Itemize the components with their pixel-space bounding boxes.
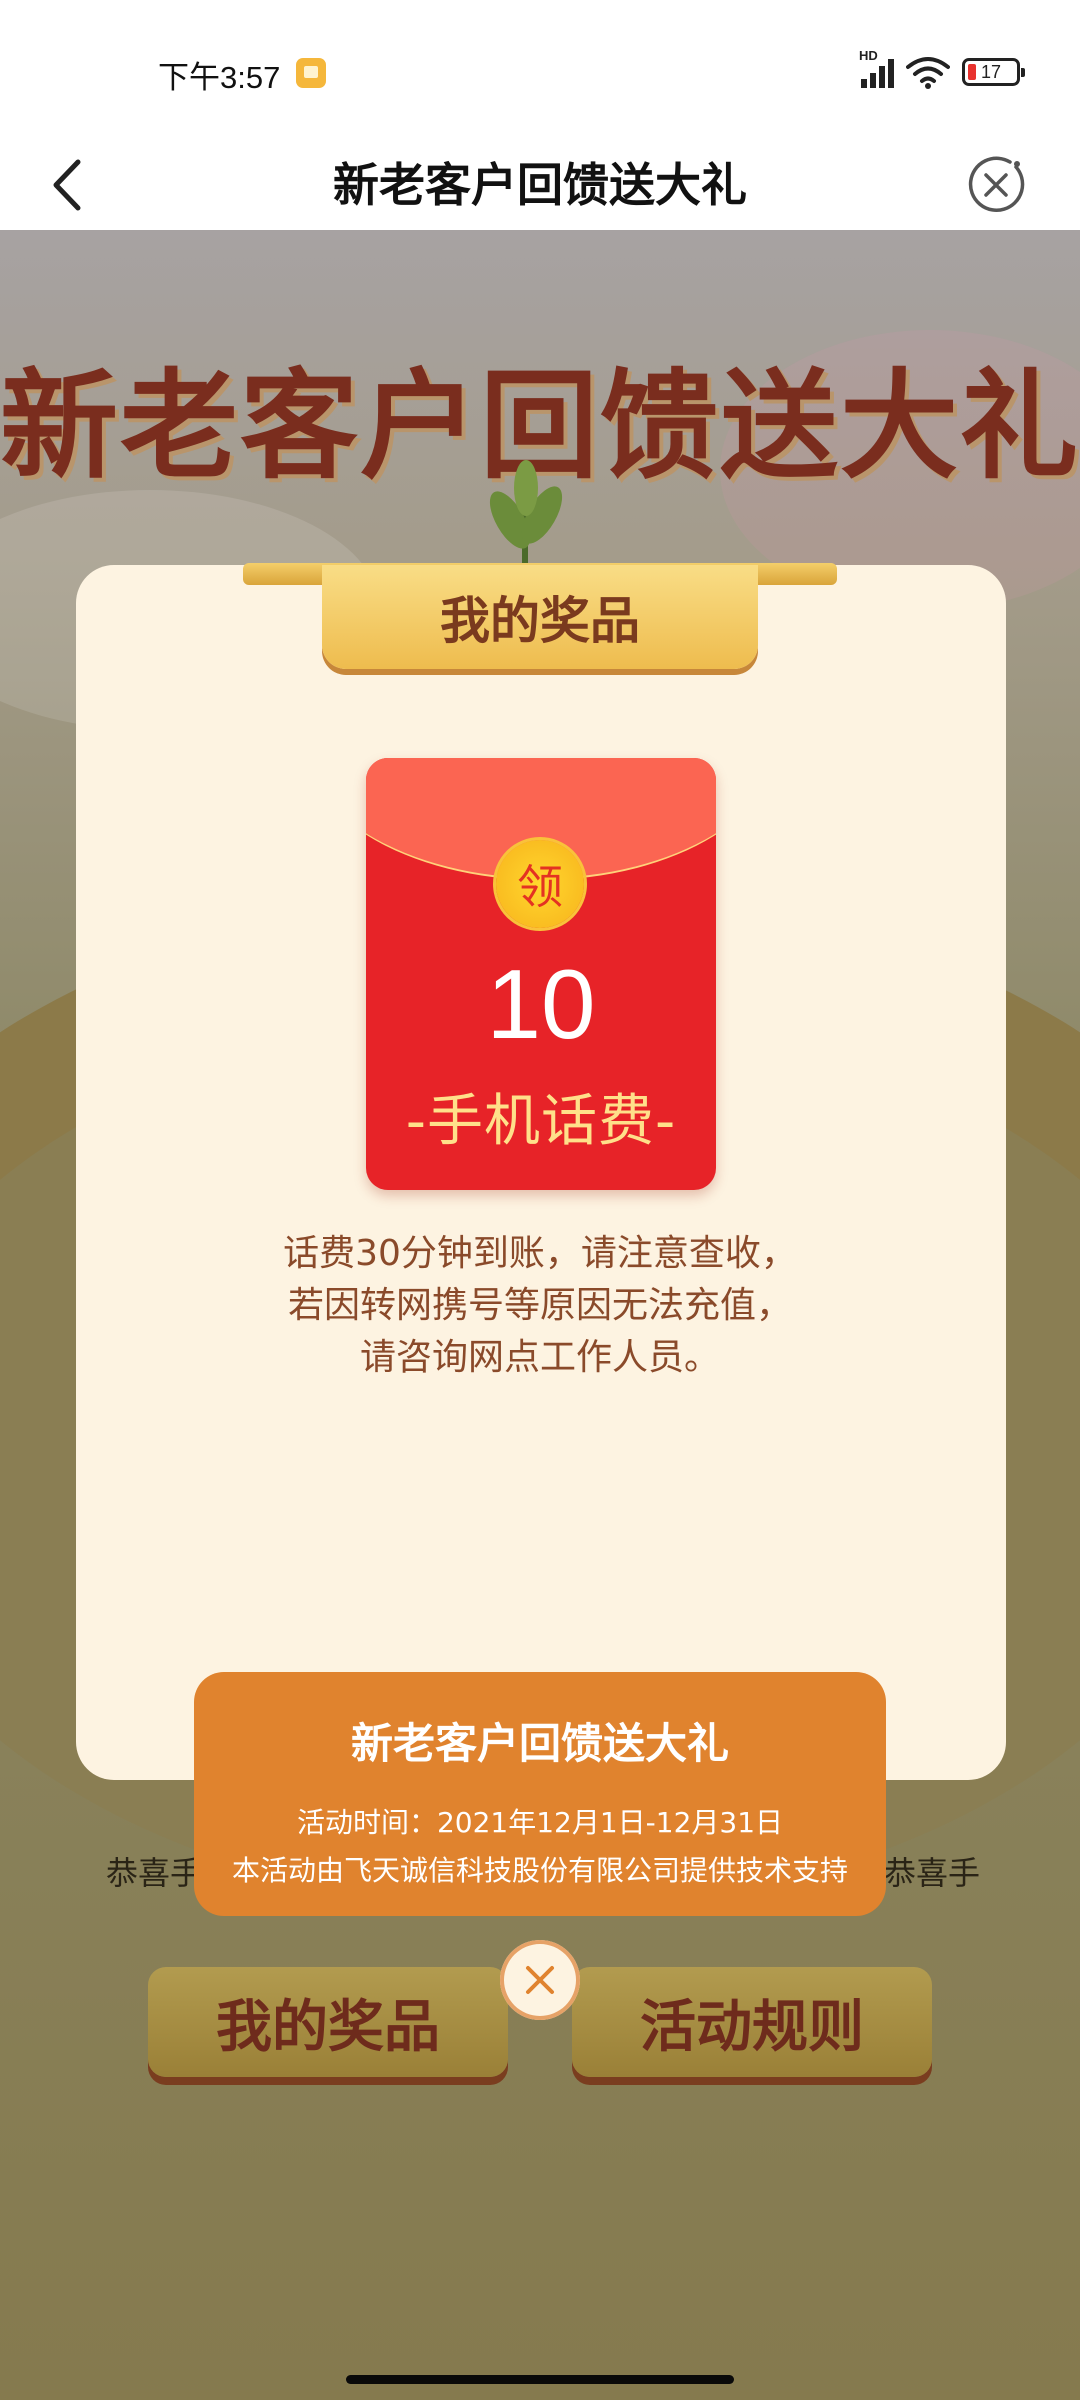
claim-seal[interactable]: 领 bbox=[496, 840, 584, 928]
activity-time: 活动时间：2021年12月1日-12月31日 bbox=[296, 1806, 784, 1839]
winner-scroll-left: 恭喜手 bbox=[106, 1854, 203, 1892]
activity-rules-button[interactable]: 活动规则 bbox=[572, 1967, 932, 2077]
home-indicator[interactable] bbox=[346, 2375, 734, 2384]
status-icons: HD 17 bbox=[859, 48, 1025, 92]
status-bar: 下午3:57 HD 17 bbox=[0, 0, 1080, 140]
info-title: 新老客户回馈送大礼 bbox=[350, 1719, 729, 1768]
battery-icon: 17 bbox=[962, 58, 1025, 86]
activity-info-panel: 新老客户回馈送大礼 活动时间：2021年12月1日-12月31日 本活动由飞天诚… bbox=[194, 1672, 886, 1916]
winner-scroll-right: 恭喜手 bbox=[883, 1854, 980, 1892]
note-line: 请咨询网点工作人员。 bbox=[359, 1337, 720, 1378]
page-title: 新老客户回馈送大礼 bbox=[333, 158, 747, 212]
close-modal-button[interactable] bbox=[500, 1940, 580, 2020]
close-page-button[interactable] bbox=[964, 153, 1028, 217]
modal-heading: 我的奖品 bbox=[322, 565, 758, 669]
close-circle-icon bbox=[968, 156, 1025, 212]
tech-support-text: 本活动由飞天诚信科技股份有限公司提供技术支持 bbox=[231, 1854, 848, 1887]
notification-icon bbox=[296, 58, 326, 88]
my-prizes-button[interactable]: 我的奖品 bbox=[148, 1967, 508, 2077]
wifi-icon bbox=[906, 57, 950, 89]
battery-level: 17 bbox=[980, 61, 1002, 82]
network-type: HD bbox=[859, 48, 878, 63]
status-time: 下午3:57 bbox=[158, 60, 281, 95]
red-envelope[interactable]: 领 10 -手机话费- bbox=[366, 758, 716, 1190]
nav-bar: 新老客户回馈送大礼 bbox=[0, 140, 1080, 230]
prize-amount: 10 bbox=[486, 949, 596, 1059]
close-icon bbox=[526, 1966, 554, 1994]
prize-label: -手机话费- bbox=[405, 1089, 677, 1154]
prize-note: 话费30分钟到账，请注意查收， 若因转网携号等原因无法充值， 请咨询网点工作人员… bbox=[150, 1228, 930, 1384]
signal-icon: HD bbox=[859, 48, 894, 88]
note-line: 话费30分钟到账，请注意查收， bbox=[283, 1233, 797, 1274]
note-line: 若因转网携号等原因无法充值， bbox=[287, 1285, 792, 1326]
